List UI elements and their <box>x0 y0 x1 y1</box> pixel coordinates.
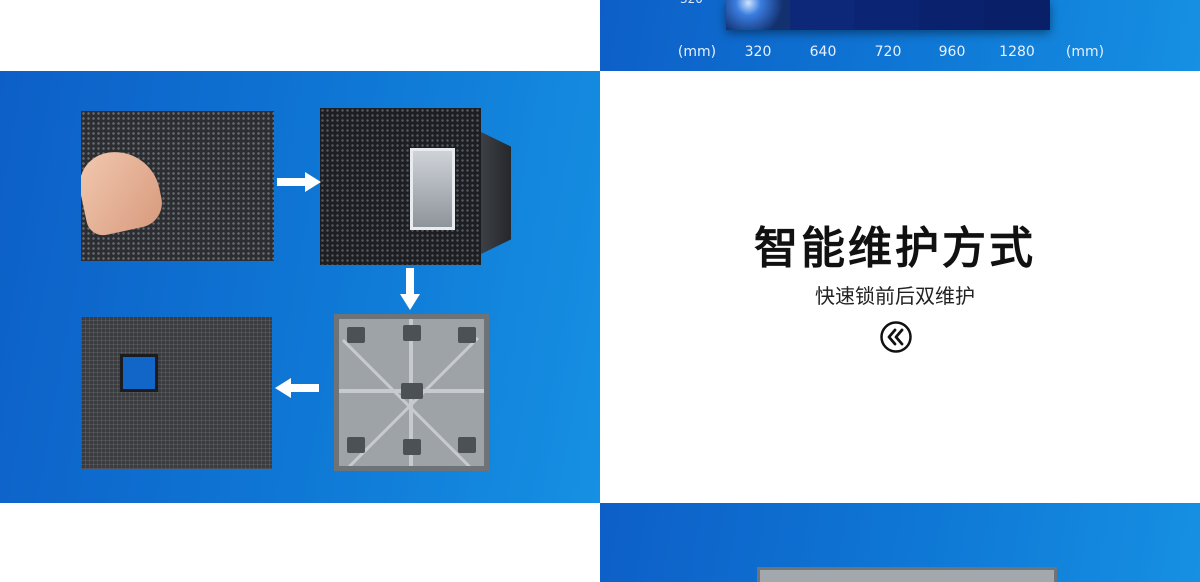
chart-x-tick: 1280 <box>999 44 1035 60</box>
arrow-right-icon <box>277 172 321 192</box>
led-panel-open-photo <box>320 108 481 265</box>
arrow-left-icon <box>275 378 319 398</box>
double-chevron-left-icon <box>880 321 912 353</box>
lock-clip <box>458 327 476 343</box>
hand-image <box>81 143 167 239</box>
section-title: 智能维护方式 <box>754 223 1036 274</box>
chart-x-tick: 640 <box>809 44 837 60</box>
chart-cell <box>790 0 855 30</box>
module-removed-hole <box>120 354 158 392</box>
chart-cell-highlight <box>726 0 791 30</box>
chart-x-tick: (mm) <box>1065 44 1105 60</box>
chart-y-tick: 320 <box>680 0 703 6</box>
chart-cell <box>919 0 985 30</box>
lock-clip <box>347 327 365 343</box>
lock-clip <box>347 437 365 453</box>
module-window <box>410 148 455 230</box>
lock-clip <box>458 437 476 453</box>
lock-clip <box>403 325 421 341</box>
chart-x-tick: 320 <box>744 44 772 60</box>
led-panel-door <box>481 132 511 254</box>
section-subtitle: 快速锁前后双维护 <box>815 284 975 308</box>
led-panel-hand-photo <box>81 111 274 261</box>
chart-x-tick: 960 <box>938 44 966 60</box>
module-photo-top <box>757 567 1057 582</box>
chart-cell <box>984 0 1050 30</box>
led-panel-front-photo <box>81 317 272 469</box>
chart-cell <box>854 0 920 30</box>
lock-clip <box>401 383 423 399</box>
lock-clip <box>403 439 421 455</box>
led-module-back-photo <box>334 314 489 471</box>
cabinet-size-chart <box>726 0 1050 30</box>
chart-x-tick: 720 <box>874 44 902 60</box>
arrow-down-icon <box>400 268 420 310</box>
chart-x-tick: (mm) <box>677 44 717 60</box>
